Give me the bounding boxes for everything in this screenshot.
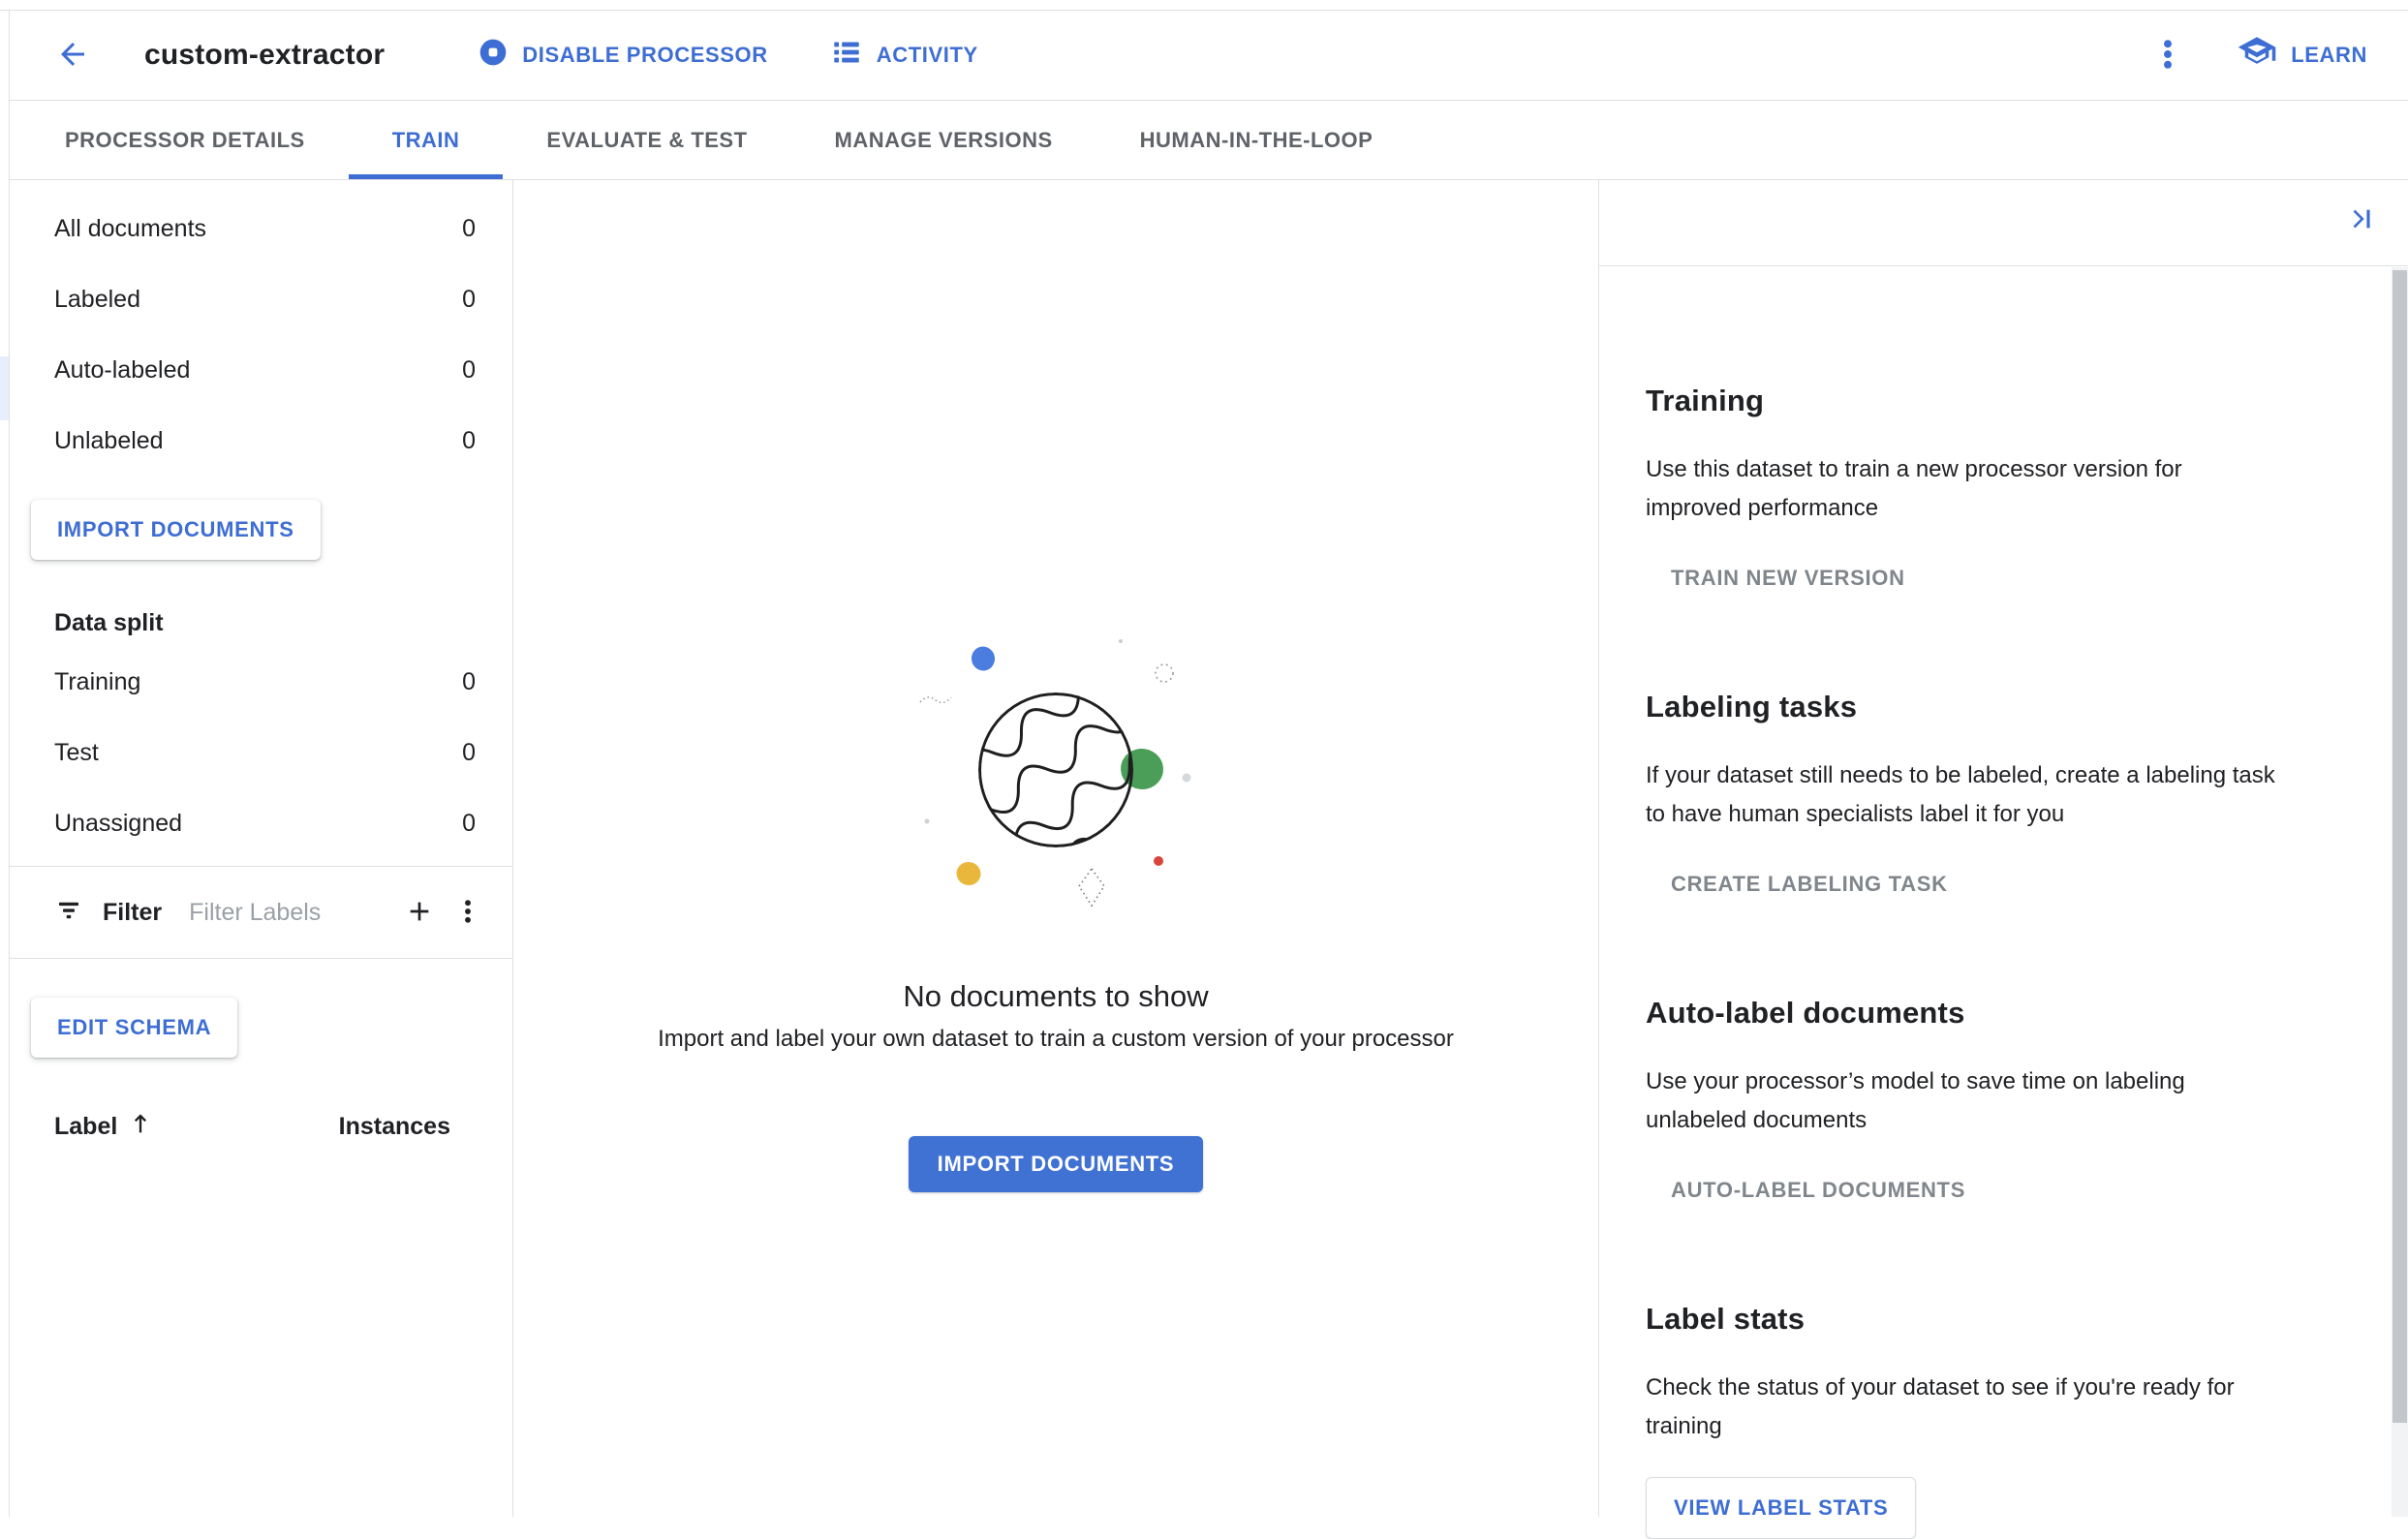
- kebab-menu-icon: [2149, 36, 2186, 76]
- filter-icon: [54, 896, 83, 930]
- documents-empty-state: No documents to show Import and label yo…: [513, 180, 1598, 1517]
- sidebar-item-test[interactable]: Test 0: [10, 718, 512, 788]
- filter-label: Filter: [103, 898, 163, 926]
- back-button[interactable]: [55, 37, 90, 75]
- sidebar-item-auto-labeled[interactable]: Auto-labeled 0: [10, 335, 512, 406]
- tab-train[interactable]: TRAIN: [348, 101, 504, 179]
- app-header: custom-extractor DISABLE PROCESSOR ACTIV…: [10, 11, 2408, 101]
- label-column-text: Label: [54, 1112, 118, 1140]
- section-labeling-tasks: Labeling tasks If your dataset still nee…: [1646, 687, 2321, 904]
- scrollbar-thumb[interactable]: [2393, 270, 2407, 1423]
- plus-icon: [404, 896, 435, 930]
- row-count: 0: [462, 810, 476, 837]
- sidebar-item-all-documents[interactable]: All documents 0: [10, 194, 512, 264]
- sidebar-item-unassigned[interactable]: Unassigned 0: [10, 788, 512, 859]
- row-count: 0: [462, 286, 476, 313]
- import-documents-button-sidebar[interactable]: IMPORT DOCUMENTS: [31, 500, 321, 560]
- collapse-panel-icon: [2345, 203, 2376, 237]
- nav-selected-indicator: [0, 356, 9, 420]
- row-label: All documents: [54, 215, 207, 242]
- empty-state-title: No documents to show: [903, 979, 1209, 1013]
- collapse-panel-button[interactable]: [2345, 203, 2376, 237]
- row-count: 0: [462, 739, 476, 766]
- sidebar-item-labeled[interactable]: Labeled 0: [10, 264, 512, 335]
- section-title: Labeling tasks: [1646, 690, 1858, 723]
- disable-processor-button[interactable]: DISABLE PROCESSOR: [478, 37, 767, 74]
- section-body: Use this dataset to train a new processo…: [1646, 456, 2182, 521]
- row-label: Labeled: [54, 286, 140, 313]
- filter-labels-input[interactable]: [189, 898, 386, 927]
- disable-processor-label: DISABLE PROCESSOR: [522, 43, 768, 67]
- empty-state-subtitle: Import and label your own dataset to tra…: [658, 1026, 1454, 1052]
- sidebar-item-unlabeled[interactable]: Unlabeled 0: [10, 406, 512, 477]
- section-title: Auto-label documents: [1646, 996, 1965, 1030]
- train-new-version-button[interactable]: TRAIN NEW VERSION: [1671, 559, 1905, 598]
- label-table-header: Label Instances: [10, 1098, 512, 1154]
- edit-schema-button[interactable]: EDIT SCHEMA: [31, 998, 238, 1058]
- tab-processor-details[interactable]: PROCESSOR DETAILS: [21, 101, 349, 179]
- sidebar-item-training[interactable]: Training 0: [10, 647, 512, 718]
- activity-label: ACTIVITY: [876, 43, 978, 67]
- learn-label: LEARN: [2291, 43, 2367, 67]
- row-label: Unassigned: [54, 810, 183, 837]
- kebab-menu-icon: [452, 896, 483, 930]
- section-title: Training: [1646, 384, 1765, 417]
- tab-human-in-the-loop[interactable]: HUMAN-IN-THE-LOOP: [1096, 101, 1417, 179]
- section-auto-label: Auto-label documents Use your processor’…: [1646, 993, 2321, 1210]
- row-count: 0: [462, 668, 476, 695]
- section-body: If your dataset still needs to be labele…: [1646, 762, 2275, 827]
- label-column-header[interactable]: Label: [54, 1110, 154, 1144]
- row-count: 0: [462, 215, 476, 242]
- row-count: 0: [462, 356, 476, 384]
- dataset-actions-panel: Training Use this dataset to train a new…: [1598, 180, 2408, 1539]
- sort-ascending-icon: [127, 1110, 154, 1144]
- label-filter-row: Filter: [10, 867, 512, 958]
- view-label-stats-button[interactable]: VIEW LABEL STATS: [1646, 1477, 1917, 1539]
- learn-button[interactable]: LEARN: [2237, 32, 2367, 78]
- section-label-stats: Label stats Check the status of your dat…: [1646, 1299, 2321, 1539]
- label-options-button[interactable]: [452, 896, 483, 930]
- data-split-heading: Data split: [54, 608, 164, 636]
- row-count: 0: [462, 427, 476, 454]
- graduation-cap-icon: [2237, 32, 2277, 78]
- section-training: Training Use this dataset to train a new…: [1646, 381, 2321, 598]
- instances-column-header: Instances: [338, 1112, 450, 1140]
- import-documents-button-primary[interactable]: IMPORT DOCUMENTS: [908, 1136, 1204, 1192]
- activity-button[interactable]: ACTIVITY: [830, 36, 978, 75]
- page-title: custom-extractor: [144, 39, 386, 71]
- stop-circle-icon: [478, 37, 509, 74]
- tab-bar: PROCESSOR DETAILS TRAIN EVALUATE & TEST …: [10, 101, 2408, 180]
- section-body: Check the status of your dataset to see …: [1646, 1374, 2235, 1439]
- add-label-button[interactable]: [404, 896, 435, 930]
- tab-evaluate-test[interactable]: EVALUATE & TEST: [503, 101, 790, 179]
- auto-label-documents-button[interactable]: AUTO-LABEL DOCUMENTS: [1671, 1171, 1965, 1210]
- create-labeling-task-button[interactable]: CREATE LABELING TASK: [1671, 865, 1948, 904]
- row-label: Unlabeled: [54, 427, 164, 454]
- row-label: Training: [54, 668, 141, 695]
- section-title: Label stats: [1646, 1302, 1806, 1336]
- arrow-back-icon: [55, 37, 90, 75]
- dataset-sidebar: All documents 0 Labeled 0 Auto-labeled 0…: [10, 180, 513, 1517]
- empty-state-illustration: [919, 639, 1191, 908]
- panel-toolbar: [1599, 180, 2408, 266]
- list-icon: [830, 36, 863, 75]
- tab-manage-versions[interactable]: MANAGE VERSIONS: [791, 101, 1096, 179]
- row-label: Auto-labeled: [54, 356, 191, 384]
- divider: [10, 958, 512, 959]
- section-body: Use your processor’s model to save time …: [1646, 1068, 2185, 1133]
- row-label: Test: [54, 739, 99, 766]
- more-options-button[interactable]: [2149, 36, 2186, 76]
